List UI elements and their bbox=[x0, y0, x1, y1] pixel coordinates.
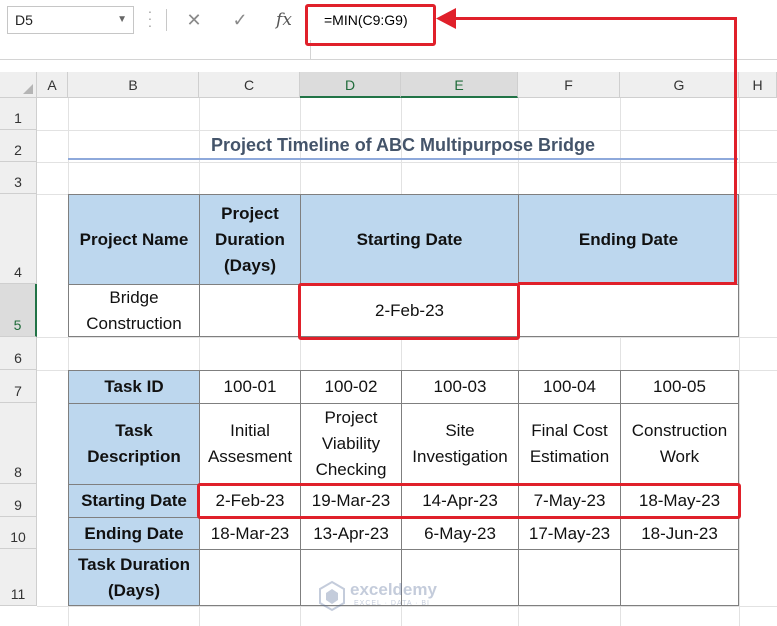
watermark-brand: exceldemy bbox=[350, 580, 437, 599]
cell-g10[interactable]: 18-Jun-23 bbox=[620, 517, 739, 550]
arrow-line bbox=[734, 17, 737, 285]
column-header-a[interactable]: A bbox=[37, 72, 68, 98]
sheet-title[interactable]: Project Timeline of ABC Multipurpose Bri… bbox=[68, 130, 738, 160]
cell-e7[interactable]: 100-03 bbox=[401, 370, 519, 404]
column-header-b[interactable]: B bbox=[68, 72, 199, 98]
cell-f11[interactable] bbox=[518, 549, 621, 606]
row-header-4[interactable]: 4 bbox=[0, 194, 37, 284]
row-header-1[interactable]: 1 bbox=[0, 98, 37, 130]
cell-d4[interactable]: Starting Date bbox=[300, 194, 519, 285]
cell-b11[interactable]: Task Duration (Days) bbox=[68, 549, 200, 606]
cell-g8[interactable]: Construction Work bbox=[620, 403, 739, 485]
arrow-line bbox=[452, 17, 737, 20]
row-header-6[interactable]: 6 bbox=[0, 337, 37, 370]
cell-d7[interactable]: 100-02 bbox=[300, 370, 402, 404]
cell-b7[interactable]: Task ID bbox=[68, 370, 200, 404]
cell-b8[interactable]: Task Description bbox=[68, 403, 200, 485]
row-header-7[interactable]: 7 bbox=[0, 370, 37, 403]
cell-c7[interactable]: 100-01 bbox=[199, 370, 301, 404]
cell-c11[interactable] bbox=[199, 549, 301, 606]
cell-d10[interactable]: 13-Apr-23 bbox=[300, 517, 402, 550]
range-highlight-box bbox=[197, 483, 741, 519]
spacer bbox=[0, 60, 777, 72]
cell-f5[interactable] bbox=[518, 284, 739, 337]
cell-f7[interactable]: 100-04 bbox=[518, 370, 621, 404]
watermark: exceldemy EXCEL · DATA · BI bbox=[318, 578, 468, 614]
row-header-3[interactable]: 3 bbox=[0, 162, 37, 194]
cell-g11[interactable] bbox=[620, 549, 739, 606]
cell-g7[interactable]: 100-05 bbox=[620, 370, 739, 404]
chevron-down-icon[interactable]: ▼ bbox=[117, 7, 127, 33]
insert-function-icon[interactable]: fx bbox=[270, 6, 298, 34]
row-header-9[interactable]: 9 bbox=[0, 484, 37, 517]
column-header-c[interactable]: C bbox=[199, 72, 300, 98]
cancel-icon[interactable]: ✕ bbox=[180, 6, 208, 34]
cell-c5[interactable] bbox=[199, 284, 301, 337]
cell-f8[interactable]: Final Cost Estimation bbox=[518, 403, 621, 485]
enter-icon[interactable]: ✓ bbox=[226, 6, 254, 34]
column-header-e[interactable]: E bbox=[401, 72, 518, 98]
cell-f4[interactable]: Ending Date bbox=[518, 194, 739, 285]
divider bbox=[166, 9, 167, 31]
cell-c10[interactable]: 18-Mar-23 bbox=[199, 517, 301, 550]
column-header-g[interactable]: G bbox=[620, 72, 739, 98]
name-box[interactable]: D5 ▼ bbox=[7, 6, 134, 34]
gridline bbox=[739, 98, 740, 626]
arrow-head-icon bbox=[436, 8, 456, 29]
gridline bbox=[37, 162, 777, 163]
result-highlight-box bbox=[298, 283, 520, 340]
column-header-d[interactable]: D bbox=[300, 72, 401, 98]
cell-b5[interactable]: Bridge Construction bbox=[68, 284, 200, 337]
cell-b9[interactable]: Starting Date bbox=[68, 484, 200, 518]
cell-b10[interactable]: Ending Date bbox=[68, 517, 200, 550]
row-header-2[interactable]: 2 bbox=[0, 130, 37, 162]
select-all-button[interactable] bbox=[0, 72, 37, 98]
cell-c8[interactable]: Initial Assesment bbox=[199, 403, 301, 485]
row-header-10[interactable]: 10 bbox=[0, 517, 37, 549]
cell-e10[interactable]: 6-May-23 bbox=[401, 517, 519, 550]
cell-c4[interactable]: Project Duration (Days) bbox=[199, 194, 301, 285]
cell-b4[interactable]: Project Name bbox=[68, 194, 200, 285]
watermark-tagline: EXCEL · DATA · BI bbox=[354, 600, 430, 607]
resize-handle-icon[interactable]: · · · bbox=[146, 4, 154, 32]
column-header-h[interactable]: H bbox=[739, 72, 777, 98]
cell-f10[interactable]: 17-May-23 bbox=[518, 517, 621, 550]
row-header-5[interactable]: 5 bbox=[0, 284, 37, 337]
arrow-line bbox=[518, 282, 737, 285]
formula-highlight-box bbox=[305, 4, 436, 46]
column-header-f[interactable]: F bbox=[518, 72, 620, 98]
row-header-8[interactable]: 8 bbox=[0, 403, 37, 484]
row-header-11[interactable]: 11 bbox=[0, 549, 37, 606]
name-box-value: D5 bbox=[15, 12, 33, 28]
cell-e8[interactable]: Site Investigation bbox=[401, 403, 519, 485]
cell-d8[interactable]: Project Viability Checking bbox=[300, 403, 402, 485]
